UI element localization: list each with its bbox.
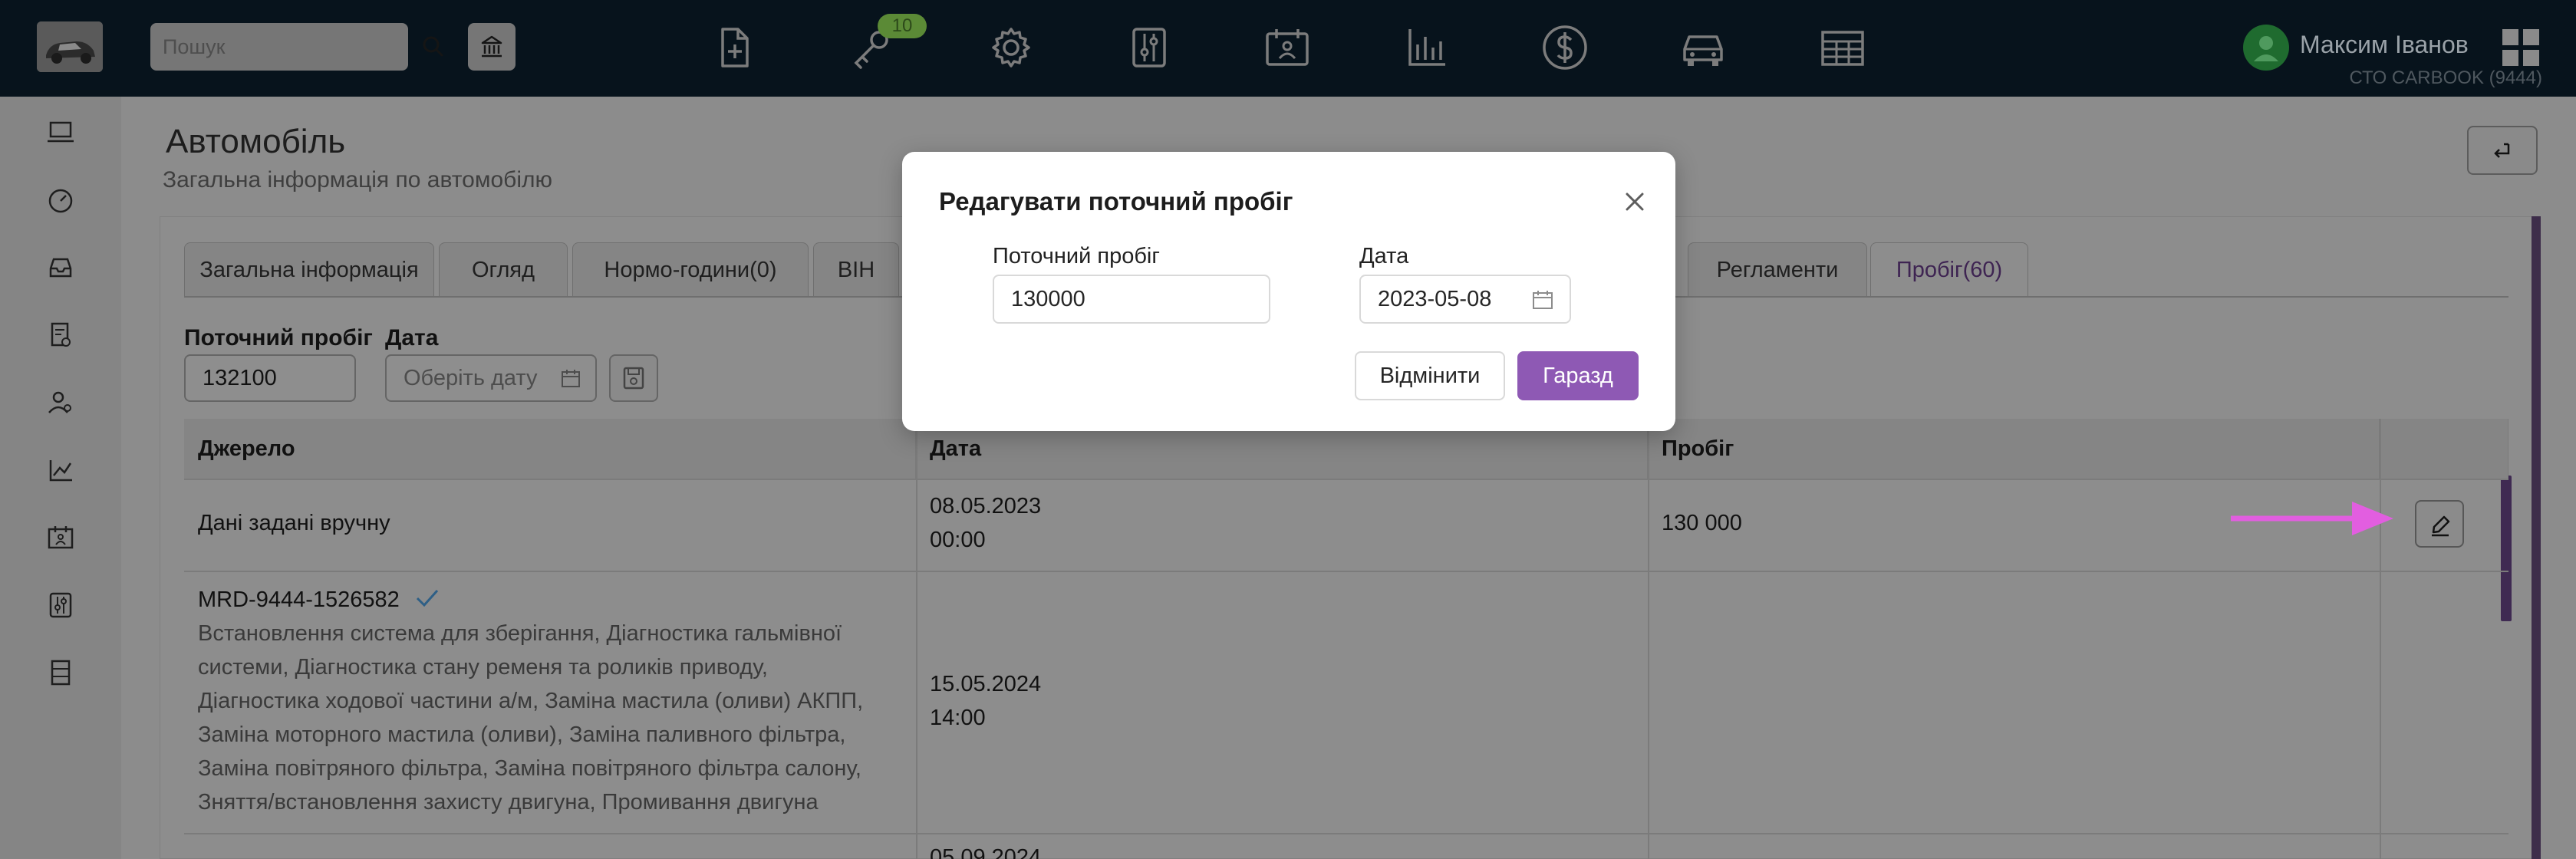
search-input[interactable] (163, 23, 362, 71)
back-arrow-icon (2494, 143, 2510, 158)
row2-description-line: Встановлення система для зберігання, Діа… (198, 621, 842, 646)
ok-button[interactable]: Гаразд (1517, 351, 1639, 400)
scrollbar-track[interactable] (2532, 216, 2541, 859)
storage-icon[interactable] (44, 657, 77, 689)
row1-source: Дані задані вручну (198, 511, 390, 535)
row1-date: 08.05.2023 (930, 494, 1042, 518)
check-icon (416, 589, 439, 607)
search-icon[interactable] (410, 23, 457, 71)
tab-general-info[interactable]: Загальна інформація (184, 242, 434, 296)
row2-description-line: Заміна повітряного фільтра, Заміна повіт… (198, 756, 861, 781)
tab-labor-hours[interactable]: Нормо-години(0) (572, 242, 809, 296)
row2-description-line: Діагностика ходової частини а/м, Заміна … (198, 689, 864, 713)
schedule-icon[interactable] (44, 522, 77, 554)
column-header-mileage: Пробіг (1648, 419, 2380, 479)
row2-date: 15.05.2024 (930, 672, 1042, 696)
row1-time: 00:00 (930, 528, 986, 552)
page-title: Автомобіль (166, 123, 346, 160)
modal-date-label: Дата (1359, 244, 1409, 268)
close-icon[interactable] (1614, 181, 1655, 222)
dollar-icon[interactable] (1536, 18, 1594, 77)
save-button[interactable] (609, 354, 658, 402)
calendar-person-icon[interactable] (1258, 18, 1316, 77)
date-label: Дата (385, 325, 439, 351)
user-avatar[interactable] (2243, 25, 2289, 71)
cancel-button[interactable]: Відмінити (1355, 351, 1505, 400)
column-header-source: Джерело (184, 419, 916, 479)
row2-description-line: системи, Діагностика стану ременя та рол… (198, 655, 768, 680)
gear-icon[interactable] (982, 18, 1040, 77)
line-chart-icon[interactable] (44, 454, 77, 486)
row-divider (184, 479, 2508, 480)
search-box (150, 23, 443, 71)
row-divider (184, 571, 2508, 572)
edit-mileage-button[interactable] (2415, 500, 2464, 548)
settings-sliders-icon[interactable] (44, 589, 77, 621)
new-document-icon[interactable] (704, 18, 763, 77)
back-button[interactable] (2467, 126, 2538, 175)
row2-order-number[interactable]: MRD-9444-1526582 (198, 583, 400, 617)
apps-grid-icon[interactable] (2501, 28, 2541, 67)
tab-mileage[interactable]: Пробіг(60) (1870, 242, 2028, 296)
column-divider (1648, 419, 1649, 859)
column-divider (2380, 419, 2381, 859)
page-subtitle: Загальна інформація по автомобілю (163, 167, 552, 193)
table-icon[interactable] (1813, 18, 1872, 77)
row3-date: 05.09.2024 (930, 845, 1042, 859)
inbox-icon[interactable] (44, 252, 77, 284)
date-picker-input[interactable]: Оберіть дату (385, 354, 597, 402)
mileage-label: Поточний пробіг (184, 325, 373, 351)
user-name[interactable]: Максим Іванов (2300, 31, 2469, 59)
bank-button[interactable] (468, 23, 516, 71)
annotation-arrow-icon (2231, 502, 2393, 535)
bar-chart-icon[interactable] (1398, 18, 1456, 77)
edit-mileage-modal: Редагувати поточний пробіг Поточний проб… (902, 152, 1675, 431)
bank-icon (481, 35, 502, 58)
users-icon[interactable] (44, 387, 77, 419)
mileage-input[interactable]: 132100 (184, 354, 356, 402)
tab-vin[interactable]: ВІН (813, 242, 899, 296)
save-icon (623, 367, 644, 390)
row1-mileage: 130 000 (1662, 511, 1742, 535)
dashboard-gauge-icon[interactable] (44, 184, 77, 216)
pencil-icon (2432, 515, 2450, 537)
company-name: СТО CARBOOK (9444) (2349, 67, 2542, 88)
company-logo[interactable] (37, 21, 103, 72)
row2-time: 14:00 (930, 706, 986, 730)
tab-regulations[interactable]: Регламенти (1688, 242, 1867, 296)
date-placeholder: Оберіть дату (404, 366, 538, 390)
row2-description-line: Заміна моторного мастила (оливи), Заміна… (198, 722, 846, 747)
tab-inspection[interactable]: Огляд (439, 242, 568, 296)
user-icon (2254, 36, 2278, 61)
column-divider (916, 419, 917, 859)
modal-title: Редагувати поточний пробіг (939, 187, 1293, 216)
car-logo-icon (37, 21, 103, 72)
top-navigation-bar: 10 Максим Іванов СТО CARBOOK (9444) (0, 0, 2576, 97)
report-icon[interactable] (44, 319, 77, 351)
keys-count-badge: 10 (878, 14, 927, 38)
modal-mileage-input[interactable] (993, 275, 1270, 324)
laptop-icon[interactable] (44, 117, 77, 149)
sliders-icon[interactable] (1120, 18, 1178, 77)
column-header-actions (2380, 419, 2508, 479)
car-icon[interactable] (1674, 18, 1732, 77)
modal-mileage-label: Поточний пробіг (993, 244, 1160, 268)
sidebar (0, 97, 121, 859)
row2-description-line: Зняття/встановлення захисту двигуна, Про… (198, 790, 819, 815)
calendar-icon (562, 370, 580, 387)
calendar-icon[interactable] (1531, 288, 1554, 311)
row-divider (184, 833, 2508, 834)
